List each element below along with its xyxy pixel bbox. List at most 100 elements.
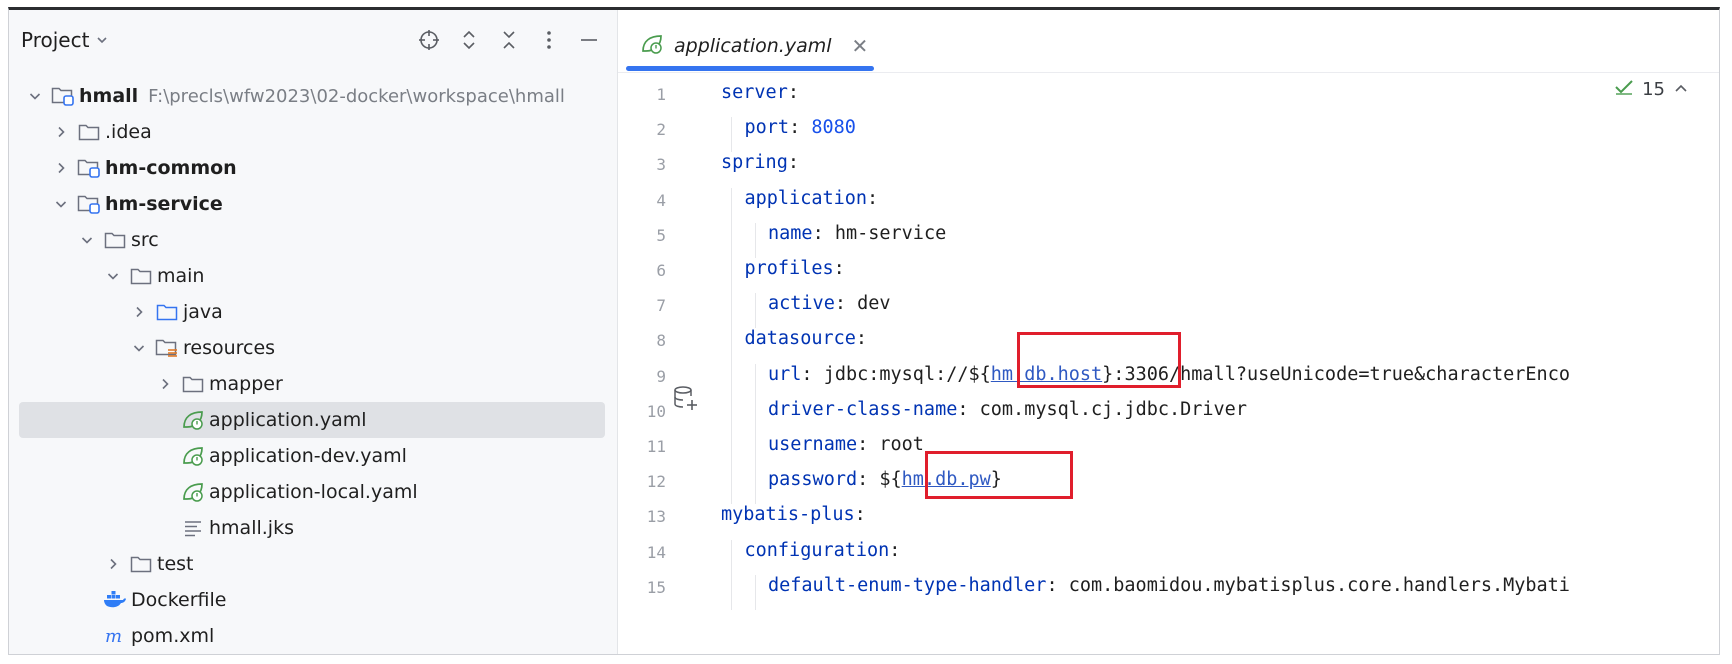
yaml-separator: : [889, 539, 901, 561]
chevron-down-icon[interactable] [77, 230, 97, 250]
svg-text:m: m [105, 626, 122, 646]
locate-icon[interactable] [415, 26, 443, 54]
close-icon[interactable]: ✕ [852, 34, 869, 58]
yaml-key: datasource [744, 328, 856, 350]
yaml-key: application [744, 187, 868, 209]
line-number: 1 [656, 85, 666, 104]
active-tab-indicator [626, 66, 874, 71]
code-line[interactable]: active: dev [768, 293, 891, 314]
chevron-down-icon[interactable] [103, 266, 123, 286]
yaml-key: configuration [744, 539, 890, 561]
yaml-key: password [768, 469, 858, 491]
tree-item-application-dev-yaml[interactable]: application-dev.yaml [9, 438, 617, 474]
chevron-right-icon[interactable] [51, 158, 71, 178]
code-line[interactable]: port: 8080 [745, 117, 856, 138]
tree-item-label: application-dev.yaml [209, 445, 407, 467]
tree-item-idea[interactable]: .idea [9, 114, 617, 150]
code-line[interactable]: mybatis-plus: [721, 504, 866, 525]
line-number-gutter: 1 2 3 4 5 6 7 8 9 10 11 12 13 14 15 [618, 72, 706, 654]
yaml-separator: : [957, 398, 980, 420]
tree-item-mapper[interactable]: mapper [9, 366, 617, 402]
yaml-separator: : [857, 434, 880, 455]
folder-icon [129, 265, 153, 287]
tab-application-yaml[interactable]: application.yaml ✕ [626, 22, 882, 70]
line-number: 8 [656, 331, 666, 351]
indent-guide [754, 293, 756, 329]
yaml-separator: : [857, 469, 880, 491]
tree-item-label: src [131, 229, 159, 251]
yaml-key: profiles [744, 258, 834, 279]
indent-guide [731, 117, 732, 153]
tree-item-label: hm-service [105, 193, 223, 215]
highlight-box-db-host [1017, 332, 1181, 388]
editor-tab-bar: application.yaml ✕ [618, 10, 1719, 73]
editor-area: application.yaml ✕ 15 1 2 3 4 5 6 7 8 9 10 11 12 13 1… [618, 10, 1719, 654]
chevron-right-icon[interactable] [155, 374, 175, 394]
chevron-right-icon[interactable] [129, 302, 149, 322]
tree-item-main[interactable]: main [9, 258, 617, 294]
code-line[interactable]: application: [745, 188, 879, 209]
line-number: 9 [656, 366, 666, 386]
text-file-icon [181, 517, 205, 539]
hide-panel-icon[interactable] [575, 26, 603, 54]
yaml-key: default-enum-type-handler [768, 574, 1047, 596]
yaml-separator: : [787, 152, 799, 174]
tree-item-hmall[interactable]: hmall F:\precls\wfw2023\02-docker\workspa… [9, 78, 617, 114]
yaml-separator: : [801, 363, 824, 385]
project-view-selector[interactable]: Project [21, 28, 109, 52]
tree-item-dockerfile[interactable]: Dockerfile [9, 582, 617, 618]
tree-item-hm-service[interactable]: hm-service [9, 186, 617, 222]
tree-item-pom-xml[interactable]: m pom.xml [9, 618, 617, 654]
yaml-separator: : [787, 82, 799, 103]
code-editor[interactable]: server: port: 8080 spring: application: name… [721, 72, 1719, 654]
more-options-icon[interactable] [535, 26, 563, 54]
code-line[interactable]: server: [721, 82, 799, 103]
code-line[interactable]: driver-class-name: com.mysql.cj.jdbc.Dri… [768, 399, 1247, 420]
expand-all-icon[interactable] [455, 26, 483, 54]
tree-item-hmall-jks[interactable]: hmall.jks [9, 510, 617, 546]
yaml-value: com.mysql.cj.jdbc.Driver [979, 398, 1247, 420]
module-folder-icon [77, 193, 101, 215]
indent-guide [754, 574, 756, 610]
yaml-value: ${ [879, 469, 902, 491]
code-line[interactable]: datasource: [745, 328, 868, 349]
project-tree: hmall F:\precls\wfw2023\02-docker\workspa… [9, 78, 617, 654]
tree-item-label: application.yaml [209, 409, 367, 431]
line-number: 10 [646, 401, 666, 421]
tree-item-resources[interactable]: resources [9, 330, 617, 366]
line-number: 14 [646, 542, 666, 562]
yaml-value: dev [857, 293, 891, 315]
code-line[interactable]: profiles: [745, 258, 845, 279]
code-line[interactable]: spring: [721, 152, 799, 173]
code-line[interactable]: name: hm-service [768, 223, 946, 244]
folder-icon [129, 553, 153, 575]
yaml-separator: : [833, 258, 845, 279]
code-line[interactable]: configuration: [745, 540, 901, 561]
tree-item-src[interactable]: src [9, 222, 617, 258]
chevron-right-icon[interactable] [103, 554, 123, 574]
tree-item-test[interactable]: test [9, 546, 617, 582]
project-path: F:\precls\wfw2023\02-docker\workspace\hm… [148, 85, 565, 107]
line-number: 5 [656, 225, 666, 245]
chevron-down-icon[interactable] [51, 194, 71, 214]
line-number: 6 [656, 261, 666, 280]
yaml-value: jdbc:mysql://${ [823, 363, 991, 385]
tree-item-hm-common[interactable]: hm-common [9, 150, 617, 186]
yaml-key: active [768, 293, 835, 315]
code-line[interactable]: username: root [768, 434, 924, 455]
collapse-all-icon[interactable] [495, 26, 523, 54]
chevron-right-icon[interactable] [51, 122, 71, 142]
chevron-down-icon[interactable] [25, 86, 45, 106]
database-icon[interactable] [672, 384, 700, 412]
highlight-box-db-pw [925, 451, 1073, 499]
tree-item-java[interactable]: java [9, 294, 617, 330]
module-folder-icon [51, 85, 75, 107]
yaml-separator: : [812, 222, 835, 244]
tree-item-application-local-yaml[interactable]: application-local.yaml [9, 474, 617, 510]
module-folder-icon [77, 157, 101, 179]
tree-item-label: hmall.jks [209, 517, 294, 539]
tree-item-application-yaml[interactable]: application.yaml [19, 402, 605, 438]
tree-item-label: pom.xml [131, 625, 215, 647]
chevron-down-icon[interactable] [129, 338, 149, 358]
code-line[interactable]: default-enum-type-handler: com.baomidou.… [768, 575, 1570, 596]
